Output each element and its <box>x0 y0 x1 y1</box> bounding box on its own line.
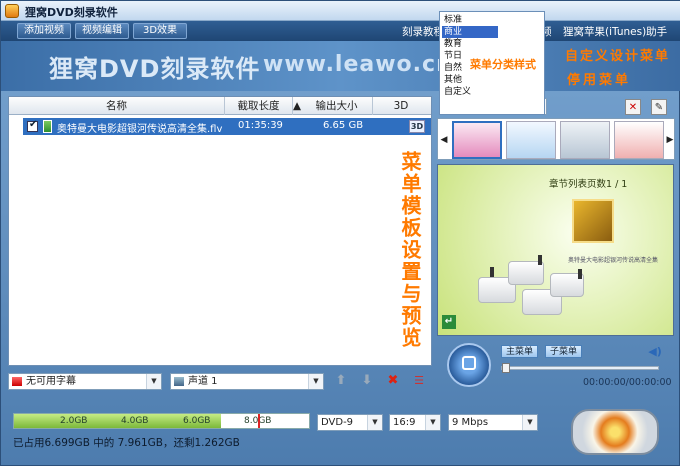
edit-menu-icon[interactable]: ✎ <box>651 99 667 115</box>
enter-icon <box>462 356 476 370</box>
menu-preview: 章节列表页数1 / 1 奥特曼大电影超银河传说高清全集 ↵ <box>437 164 674 336</box>
row-name: 奥特曼大电影超银河传说高清全集.flv <box>57 124 223 135</box>
subtitle-icon <box>12 377 22 386</box>
bitrate-value: 9 Mbps <box>452 417 489 428</box>
capacity-status: 已占用6.699GB 中的 7.961GB，还剩1.262GB <box>13 437 240 449</box>
column-3d[interactable]: 3D <box>373 97 429 115</box>
figure <box>578 269 582 279</box>
delete-icon[interactable]: ✖ <box>385 373 401 389</box>
move-down-icon[interactable]: ⬇ <box>359 373 375 389</box>
dropdown-option[interactable]: 商业 <box>442 26 498 38</box>
app-logo-icon <box>5 4 19 18</box>
3d-effect-button[interactable]: 3D效果 <box>133 23 187 39</box>
aspect-select[interactable]: 16:9 ▼ <box>389 414 441 431</box>
itunes-helper-link[interactable]: 狸窝苹果(iTunes)助手 <box>563 24 667 39</box>
annotation-custom: 自定义设计菜单 <box>565 49 671 64</box>
banner-url: www.leawo.cn <box>263 52 453 77</box>
disc-type-value: DVD-9 <box>321 417 354 428</box>
subtitle-select[interactable]: 无可用字幕 ▼ <box>8 373 162 390</box>
category-dropdown: 标准 商业 教育 节日 自然 其他 自定义 菜单分类样式 <box>439 11 545 115</box>
burn-button[interactable] <box>571 409 659 455</box>
capacity-tick: 2.0GB <box>60 416 88 426</box>
template-strip: ◀ ▶ <box>437 118 675 160</box>
return-icon[interactable]: ↵ <box>442 315 456 329</box>
window-title: 狸窝DVD刻录软件 <box>25 6 118 19</box>
table-row[interactable]: 奥特曼大电影超银河传说高清全集.flv 01:35:39 6.65 GB 3D <box>23 118 431 135</box>
capacity-bar: 2.0GB 4.0GB 6.0GB 8.0GB <box>13 413 310 429</box>
disable-menu-icon[interactable]: ✕ <box>625 99 641 115</box>
row-size: 6.65 GB <box>323 120 364 131</box>
menu-panel: 商业 ▼ ✕ ✎ ◀ ▶ 章节列表页数1 / 1 奥特曼大电影超银河传说高清全集… <box>437 96 675 396</box>
row-checkbox[interactable] <box>27 119 38 132</box>
banner-title: 狸窝DVD刻录软件 <box>49 55 261 83</box>
video-list: 名称 截取长度 ▲ 输出大小 3D 奥特曼大电影超银河传说高清全集.flv 01… <box>8 96 432 366</box>
list-toolbar: 无可用字幕 ▼ 声道 1 ▼ ⬆ ⬇ ✖ ☰ <box>8 371 432 393</box>
title-bar: 狸窝DVD刻录软件 <box>1 1 680 21</box>
dropdown-option[interactable]: 教育 <box>442 38 462 50</box>
navigation-wheel[interactable] <box>447 343 491 387</box>
annotation-template: 菜单模板设置与预览 <box>398 151 422 349</box>
video-file-icon <box>43 120 52 133</box>
capacity-marker <box>258 414 260 428</box>
move-up-icon[interactable]: ⬆ <box>333 373 349 389</box>
dropdown-option[interactable]: 自然 <box>442 62 462 74</box>
app-window: 狸窝DVD刻录软件 添加视频 视频编辑 3D效果 刻录教程 频 狸窝苹果(iTu… <box>0 0 680 466</box>
preview-chapter-label: 奥特曼大电影超银河传说高清全集 <box>568 257 659 264</box>
audio-icon <box>174 377 184 386</box>
aspect-value: 16:9 <box>393 417 416 428</box>
chevron-left-icon[interactable]: ◀ <box>439 132 449 148</box>
video-edit-button[interactable]: 视频编辑 <box>75 23 129 39</box>
dropdown-option[interactable]: 其他 <box>442 74 462 86</box>
sub-menu-tab[interactable]: 子菜单 <box>545 345 583 358</box>
chevron-down-icon[interactable]: ▼ <box>522 415 537 430</box>
annotation-category: 菜单分类样式 <box>470 58 536 71</box>
template-thumb[interactable] <box>560 121 610 159</box>
clear-list-icon[interactable]: ☰ <box>411 373 427 389</box>
figure <box>538 255 542 265</box>
tutorial-link[interactable]: 刻录教程 <box>402 24 444 39</box>
template-thumb[interactable] <box>506 121 556 159</box>
template-thumb[interactable] <box>614 121 664 159</box>
subtitle-value: 无可用字幕 <box>26 376 76 387</box>
preview-controls: 主菜单 子菜单 ◀) 00:00:00/00:00:00 <box>437 340 675 396</box>
list-header: 名称 截取长度 ▲ 输出大小 3D <box>9 97 431 115</box>
preview-thumbnail[interactable] <box>572 199 614 243</box>
row-length: 01:35:39 <box>238 120 283 131</box>
sort-asc-icon[interactable]: ▲ <box>293 97 301 115</box>
template-thumb[interactable] <box>452 121 502 159</box>
dropdown-option[interactable]: 自定义 <box>442 86 471 98</box>
preview-slider[interactable] <box>501 363 659 373</box>
column-name[interactable]: 名称 <box>9 97 225 115</box>
chevron-down-icon[interactable]: ▼ <box>146 374 161 389</box>
dropdown-option[interactable]: 节日 <box>442 50 462 62</box>
disc-type-select[interactable]: DVD-9 ▼ <box>317 414 383 431</box>
volume-icon[interactable]: ◀) <box>647 344 663 360</box>
chevron-right-icon[interactable]: ▶ <box>665 132 675 148</box>
column-length[interactable]: 截取长度 <box>225 97 293 115</box>
column-size[interactable]: 输出大小 <box>301 97 373 115</box>
annotation-disable: 停用菜单 <box>567 73 632 88</box>
preview-time: 00:00:00/00:00:00 <box>583 377 672 388</box>
add-video-button[interactable]: 添加视频 <box>17 23 71 39</box>
audio-value: 声道 1 <box>188 376 218 387</box>
figure <box>490 267 494 277</box>
preview-page-title: 章节列表页数1 / 1 <box>549 179 628 190</box>
chevron-down-icon[interactable]: ▼ <box>308 374 323 389</box>
audio-select[interactable]: 声道 1 ▼ <box>170 373 324 390</box>
capacity-tick: 4.0GB <box>121 416 149 426</box>
chevron-down-icon[interactable]: ▼ <box>425 415 440 430</box>
capacity-tick: 6.0GB <box>183 416 211 426</box>
chevron-down-icon[interactable]: ▼ <box>367 415 382 430</box>
dropdown-option[interactable]: 标准 <box>442 14 462 26</box>
3d-badge-icon[interactable]: 3D <box>409 120 425 133</box>
bitrate-select[interactable]: 9 Mbps ▼ <box>448 414 538 431</box>
main-menu-tab[interactable]: 主菜单 <box>501 345 539 358</box>
slider-thumb[interactable] <box>502 363 510 373</box>
